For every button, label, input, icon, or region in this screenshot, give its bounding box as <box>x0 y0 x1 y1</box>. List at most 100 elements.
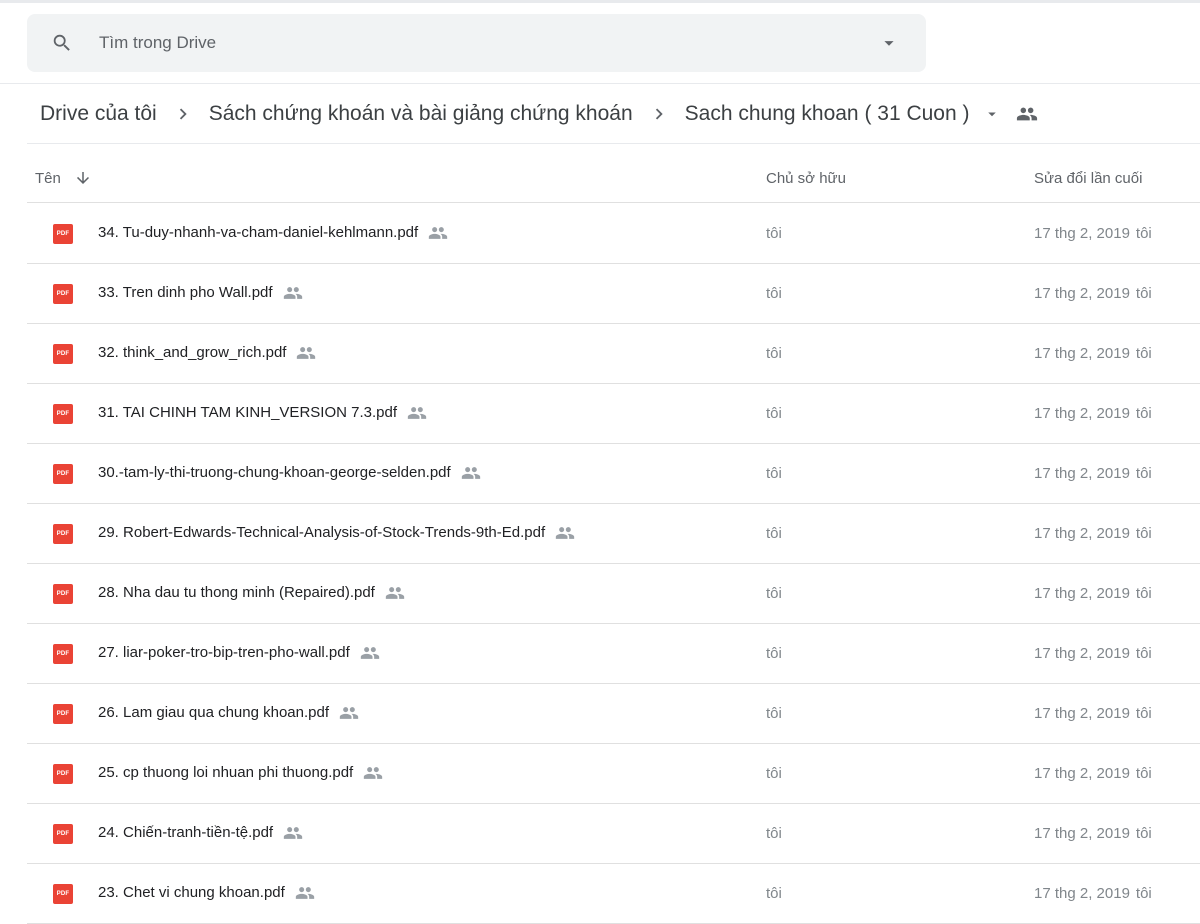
file-row[interactable]: PDF 23. Chet vi chung khoan.pdf tôi 17 thg … <box>27 864 1200 924</box>
breadcrumb-my-drive[interactable]: Drive của tôi <box>38 102 159 126</box>
shared-folder-people-icon <box>1016 103 1038 125</box>
file-row[interactable]: PDF 24. Chiến-tranh-tiền-tệ.pdf tôi 17 thg … <box>27 804 1200 864</box>
file-name-cell: 27. liar-poker-tro-bip-tren-pho-wall.pdf <box>98 644 380 661</box>
file-name[interactable]: 29. Robert-Edwards-Technical-Analysis-of… <box>98 524 545 541</box>
pdf-icon: PDF <box>53 824 73 844</box>
file-modified-cell: 17 thg 2, 2019 tôi <box>1034 825 1152 842</box>
file-name[interactable]: 32. think_and_grow_rich.pdf <box>98 344 286 361</box>
file-name[interactable]: 30.-tam-ly-thi-truong-chung-khoan-george… <box>98 464 451 481</box>
file-name-cell: 26. Lam giau qua chung khoan.pdf <box>98 704 359 721</box>
file-row[interactable]: PDF 26. Lam giau qua chung khoan.pdf tôi 17… <box>27 684 1200 744</box>
file-modified-date: 17 thg 2, 2019 <box>1034 285 1130 302</box>
pdf-icon: PDF <box>53 704 73 724</box>
file-row[interactable]: PDF 30.-tam-ly-thi-truong-chung-khoan-geo… <box>27 444 1200 504</box>
file-name[interactable]: 24. Chiến-tranh-tiền-tệ.pdf <box>98 824 273 841</box>
file-name[interactable]: 34. Tu-duy-nhanh-va-cham-daniel-kehlmann… <box>98 224 418 241</box>
file-modified-cell: 17 thg 2, 2019 tôi <box>1034 525 1152 542</box>
file-name[interactable]: 31. TAI CHINH TAM KINH_VERSION 7.3.pdf <box>98 404 397 421</box>
file-modified-date: 17 thg 2, 2019 <box>1034 465 1130 482</box>
file-modified-date: 17 thg 2, 2019 <box>1034 225 1130 242</box>
file-owner: tôi <box>766 765 782 782</box>
search-icon[interactable] <box>49 30 75 56</box>
file-owner: tôi <box>766 645 782 662</box>
file-modified-by: tôi <box>1135 705 1152 722</box>
search-options-dropdown-icon[interactable] <box>876 30 902 56</box>
people-icon <box>339 706 359 720</box>
file-name-cell: 24. Chiến-tranh-tiền-tệ.pdf <box>98 824 303 841</box>
column-name-label: Tên <box>35 169 61 187</box>
file-modified-cell: 17 thg 2, 2019 tôi <box>1034 885 1152 902</box>
file-name[interactable]: 28. Nha dau tu thong minh (Repaired).pdf <box>98 584 375 601</box>
folder-menu-dropdown-icon[interactable] <box>982 104 1002 124</box>
people-icon <box>283 826 303 840</box>
file-name-cell: 34. Tu-duy-nhanh-va-cham-daniel-kehlmann… <box>98 224 448 241</box>
pdf-icon: PDF <box>53 404 73 424</box>
breadcrumb-divider <box>27 143 1200 144</box>
file-owner: tôi <box>766 285 782 302</box>
column-header-row: Tên Chủ sở hữu Sửa đổi lần cuối <box>27 158 1200 203</box>
pdf-badge-label: PDF <box>56 351 70 357</box>
header-divider <box>0 83 1200 84</box>
file-modified-date: 17 thg 2, 2019 <box>1034 525 1130 542</box>
file-row[interactable]: PDF 34. Tu-duy-nhanh-va-cham-daniel-kehlm… <box>27 204 1200 264</box>
chevron-right-icon <box>171 102 195 126</box>
file-modified-cell: 17 thg 2, 2019 tôi <box>1034 765 1152 782</box>
file-row[interactable]: PDF 29. Robert-Edwards-Technical-Analysis… <box>27 504 1200 564</box>
arrow-down-icon[interactable] <box>73 168 93 188</box>
file-modified-by: tôi <box>1135 285 1152 302</box>
file-row[interactable]: PDF 31. TAI CHINH TAM KINH_VERSION 7.3.pd… <box>27 384 1200 444</box>
breadcrumb-parent-folder[interactable]: Sách chứng khoán và bài giảng chứng khoá… <box>207 102 635 126</box>
people-icon <box>428 226 448 240</box>
file-modified-cell: 17 thg 2, 2019 tôi <box>1034 405 1152 422</box>
file-modified-by: tôi <box>1135 885 1152 902</box>
file-name[interactable]: 25. cp thuong loi nhuan phi thuong.pdf <box>98 764 353 781</box>
file-modified-by: tôi <box>1135 405 1152 422</box>
file-modified-date: 17 thg 2, 2019 <box>1034 885 1130 902</box>
chevron-right-icon <box>647 102 671 126</box>
pdf-icon: PDF <box>53 764 73 784</box>
pdf-badge-label: PDF <box>56 291 70 297</box>
pdf-icon: PDF <box>53 584 73 604</box>
file-list: PDF 34. Tu-duy-nhanh-va-cham-daniel-kehlm… <box>27 204 1200 924</box>
people-icon <box>363 766 383 780</box>
breadcrumb-current-folder[interactable]: Sach chung khoan ( 31 Cuon ) <box>683 102 972 126</box>
file-row[interactable]: PDF 33. Tren dinh pho Wall.pdf tôi 17 thg 2… <box>27 264 1200 324</box>
file-modified-by: tôi <box>1135 465 1152 482</box>
file-row[interactable]: PDF 32. think_and_grow_rich.pdf tôi 17 thg … <box>27 324 1200 384</box>
column-header-name[interactable]: Tên <box>35 168 93 188</box>
people-icon <box>407 406 427 420</box>
file-owner: tôi <box>766 825 782 842</box>
file-row[interactable]: PDF 27. liar-poker-tro-bip-tren-pho-wall.… <box>27 624 1200 684</box>
file-modified-by: tôi <box>1135 525 1152 542</box>
pdf-badge-label: PDF <box>56 231 70 237</box>
file-modified-cell: 17 thg 2, 2019 tôi <box>1034 225 1152 242</box>
file-modified-cell: 17 thg 2, 2019 tôi <box>1034 465 1152 482</box>
file-modified-date: 17 thg 2, 2019 <box>1034 345 1130 362</box>
file-name-cell: 31. TAI CHINH TAM KINH_VERSION 7.3.pdf <box>98 404 427 421</box>
file-name-cell: 30.-tam-ly-thi-truong-chung-khoan-george… <box>98 464 481 481</box>
file-modified-by: tôi <box>1135 765 1152 782</box>
people-icon <box>555 526 575 540</box>
file-row[interactable]: PDF 25. cp thuong loi nhuan phi thuong.pd… <box>27 744 1200 804</box>
column-header-modified[interactable]: Sửa đổi lần cuối <box>1034 170 1142 187</box>
file-row[interactable]: PDF 28. Nha dau tu thong minh (Repaired).… <box>27 564 1200 624</box>
breadcrumb: Drive của tôi Sách chứng khoán và bài gi… <box>38 95 1188 133</box>
file-name[interactable]: 26. Lam giau qua chung khoan.pdf <box>98 704 329 721</box>
pdf-badge-label: PDF <box>56 771 70 777</box>
file-modified-by: tôi <box>1135 225 1152 242</box>
file-name-cell: 23. Chet vi chung khoan.pdf <box>98 884 315 901</box>
file-modified-cell: 17 thg 2, 2019 tôi <box>1034 345 1152 362</box>
pdf-icon: PDF <box>53 884 73 904</box>
file-owner: tôi <box>766 585 782 602</box>
pdf-badge-label: PDF <box>56 471 70 477</box>
pdf-icon: PDF <box>53 644 73 664</box>
file-owner: tôi <box>766 885 782 902</box>
pdf-badge-label: PDF <box>56 651 70 657</box>
file-name[interactable]: 23. Chet vi chung khoan.pdf <box>98 884 285 901</box>
people-icon <box>283 286 303 300</box>
file-name[interactable]: 27. liar-poker-tro-bip-tren-pho-wall.pdf <box>98 644 350 661</box>
file-modified-date: 17 thg 2, 2019 <box>1034 705 1130 722</box>
file-name[interactable]: 33. Tren dinh pho Wall.pdf <box>98 284 273 301</box>
search-input[interactable] <box>97 32 876 54</box>
people-icon <box>461 466 481 480</box>
